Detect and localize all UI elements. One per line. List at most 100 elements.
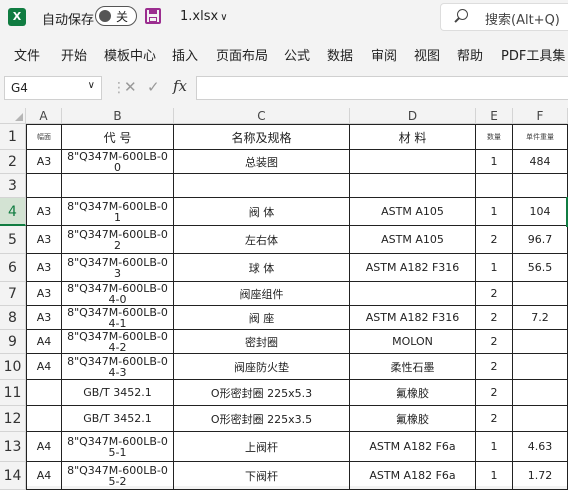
table-cell[interactable]: 阀 座 — [174, 306, 350, 330]
tab-3[interactable]: 插入 — [172, 45, 198, 64]
column-header-d[interactable]: D — [350, 108, 476, 124]
tab-9[interactable]: 帮助 — [457, 45, 483, 64]
table-cell[interactable] — [26, 380, 62, 406]
row-header-13[interactable]: 13 — [0, 432, 26, 462]
row-header-3[interactable]: 3 — [0, 174, 26, 198]
table-cell[interactable]: O形密封圈 225x3.5 — [174, 406, 350, 432]
formula-input[interactable] — [196, 76, 568, 100]
row-header-8[interactable]: 8 — [0, 306, 26, 330]
table-cell[interactable] — [62, 174, 174, 198]
chevron-down-icon[interactable]: ∨ — [88, 80, 95, 91]
table-cell[interactable]: A3 — [26, 254, 62, 282]
table-cell[interactable] — [26, 406, 62, 432]
name-box[interactable]: G4 ∨ — [4, 76, 102, 100]
table-cell[interactable]: 密封圈 — [174, 330, 350, 354]
select-all-corner[interactable] — [0, 108, 26, 124]
table-cell[interactable]: ASTM A105 — [350, 198, 476, 226]
tab-7[interactable]: 审阅 — [371, 45, 397, 64]
column-header-c[interactable]: C — [174, 108, 350, 124]
table-cell[interactable]: 阀座组件 — [174, 282, 350, 306]
table-cell[interactable]: 7.2 — [513, 306, 568, 330]
table-cell[interactable]: 球 体 — [174, 254, 350, 282]
save-icon[interactable] — [145, 8, 161, 24]
table-cell[interactable]: 左右体 — [174, 226, 350, 254]
table-cell[interactable]: 8"Q347M-600LB-03 — [62, 254, 174, 282]
tab-2[interactable]: 模板中心 — [104, 45, 156, 64]
table-cell[interactable]: O形密封圈 225x5.3 — [174, 380, 350, 406]
row-header-7[interactable]: 7 — [0, 282, 26, 306]
table-cell[interactable] — [513, 354, 568, 380]
search-box[interactable]: 搜索(Alt+Q) — [440, 3, 568, 31]
row-header-2[interactable]: 2 — [0, 150, 26, 174]
table-cell[interactable] — [26, 174, 62, 198]
table-cell[interactable]: 2 — [476, 306, 513, 330]
table-cell[interactable]: 484 — [513, 150, 568, 174]
table-cell[interactable]: ASTM A105 — [350, 226, 476, 254]
row-header-5[interactable]: 5 — [0, 226, 26, 254]
table-cell[interactable]: 2 — [476, 354, 513, 380]
row-header-1[interactable]: 1 — [0, 124, 26, 150]
row-header-12[interactable]: 12 — [0, 406, 26, 432]
table-header-cell[interactable]: 数量 — [476, 124, 513, 150]
table-cell[interactable]: 1 — [476, 198, 513, 226]
tab-0[interactable]: 文件 — [14, 45, 40, 64]
insert-function-icon[interactable]: fx — [173, 77, 187, 95]
column-header-a[interactable]: A — [26, 108, 62, 124]
table-cell[interactable]: 1 — [476, 432, 513, 462]
table-cell[interactable]: 氟橡胶 — [350, 406, 476, 432]
table-cell[interactable]: ASTM A182 F316 — [350, 254, 476, 282]
table-cell[interactable]: A3 — [26, 198, 62, 226]
table-header-cell[interactable]: 代 号 — [62, 124, 174, 150]
table-cell[interactable]: 阀座防火垫 — [174, 354, 350, 380]
table-cell[interactable]: 8"Q347M-600LB-04-3 — [62, 354, 174, 380]
table-cell[interactable]: 1 — [476, 150, 513, 174]
table-cell[interactable]: ASTM A182 F316 — [350, 306, 476, 330]
column-header-e[interactable]: E — [476, 108, 513, 124]
row-header-4[interactable]: 4 — [0, 198, 26, 226]
filename-dropdown[interactable]: 1.xlsx ∨ — [180, 9, 228, 24]
table-cell[interactable]: 8"Q347M-600LB-05-1 — [62, 432, 174, 462]
table-cell[interactable] — [513, 330, 568, 354]
table-cell[interactable]: 104 — [513, 198, 568, 226]
table-cell[interactable]: 8"Q347M-600LB-04-2 — [62, 330, 174, 354]
table-cell[interactable]: ASTM A182 F6a — [350, 432, 476, 462]
table-cell[interactable] — [513, 282, 568, 306]
table-cell[interactable]: A4 — [26, 330, 62, 354]
table-cell[interactable]: 56.5 — [513, 254, 568, 282]
table-cell[interactable]: A4 — [26, 432, 62, 462]
column-header-f[interactable]: F — [513, 108, 568, 124]
table-header-cell[interactable]: 幅面 — [26, 124, 62, 150]
tab-5[interactable]: 公式 — [284, 45, 310, 64]
table-cell[interactable]: A3 — [26, 306, 62, 330]
table-cell[interactable]: 2 — [476, 406, 513, 432]
table-cell[interactable] — [174, 174, 350, 198]
table-cell[interactable]: 8"Q347M-600LB-02 — [62, 226, 174, 254]
table-cell[interactable]: 总装图 — [174, 150, 350, 174]
row-header-11[interactable]: 11 — [0, 380, 26, 406]
table-header-cell[interactable]: 名称及规格 — [174, 124, 350, 150]
table-cell[interactable]: 2 — [476, 282, 513, 306]
tab-4[interactable]: 页面布局 — [216, 45, 268, 64]
table-cell[interactable]: 2 — [476, 330, 513, 354]
table-cell[interactable] — [476, 174, 513, 198]
cancel-icon[interactable]: ✕ — [124, 78, 137, 96]
table-cell[interactable]: 阀 体 — [174, 198, 350, 226]
table-cell[interactable]: 96.7 — [513, 226, 568, 254]
table-cell[interactable]: GB/T 3452.1 — [62, 406, 174, 432]
tab-8[interactable]: 视图 — [414, 45, 440, 64]
table-cell[interactable]: 8"Q347M-600LB-01 — [62, 198, 174, 226]
table-cell[interactable]: 8"Q347M-600LB-00 — [62, 150, 174, 174]
table-cell[interactable]: A4 — [26, 354, 62, 380]
table-cell[interactable] — [513, 406, 568, 432]
table-header-cell[interactable]: 材 料 — [350, 124, 476, 150]
table-cell[interactable]: 2 — [476, 380, 513, 406]
table-cell[interactable]: 上阀杆 — [174, 432, 350, 462]
tab-1[interactable]: 开始 — [61, 45, 87, 64]
table-cell[interactable]: A3 — [26, 282, 62, 306]
table-cell[interactable] — [513, 380, 568, 406]
tab-10[interactable]: PDF工具集 — [501, 45, 565, 64]
table-header-cell[interactable]: 单件重量 — [513, 124, 568, 150]
table-cell[interactable]: 柔性石墨 — [350, 354, 476, 380]
row-header-6[interactable]: 6 — [0, 254, 26, 282]
table-cell[interactable] — [350, 282, 476, 306]
